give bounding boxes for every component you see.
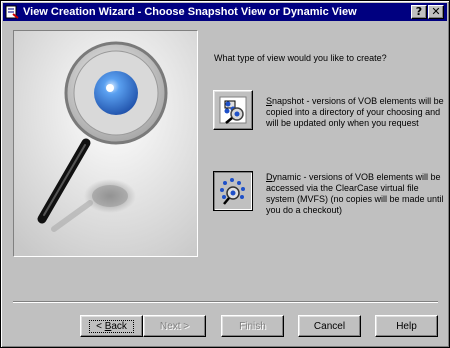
snapshot-description-text: napshot - versions of VOB elements will … [266,96,444,128]
wizard-app-icon [5,5,19,19]
help-button[interactable]: Help [375,315,438,337]
view-type-prompt: What type of view would you like to crea… [214,53,387,63]
window-title: View Creation Wizard - Choose Snapshot V… [23,6,357,18]
snapshot-view-description: Snapshot - versions of VOB elements will… [266,96,446,129]
dynamic-view-description: Dynamic - versions of VOB elements will … [266,172,446,216]
dynamic-view-button[interactable] [213,171,253,211]
finish-button[interactable]: Finish [221,315,284,337]
cancel-button[interactable]: Cancel [298,315,361,337]
back-button-label: < Back [89,319,134,333]
snapshot-view-icon [219,96,247,124]
dynamic-description-text: ynamic - versions of VOB elements will b… [266,172,444,215]
close-icon[interactable]: ✕ [428,5,444,19]
snapshot-view-button[interactable] [213,90,253,130]
magnifying-glass-icon [14,31,197,256]
dynamic-view-icon [220,178,245,205]
button-separator [13,301,438,303]
question-icon[interactable]: ? [411,5,427,19]
title-bar[interactable]: View Creation Wizard - Choose Snapshot V… [3,3,447,21]
wizard-window: View Creation Wizard - Choose Snapshot V… [0,0,450,348]
next-button[interactable]: Next > [143,315,206,337]
back-button[interactable]: < Back [80,315,143,337]
wizard-illustration [13,30,198,257]
